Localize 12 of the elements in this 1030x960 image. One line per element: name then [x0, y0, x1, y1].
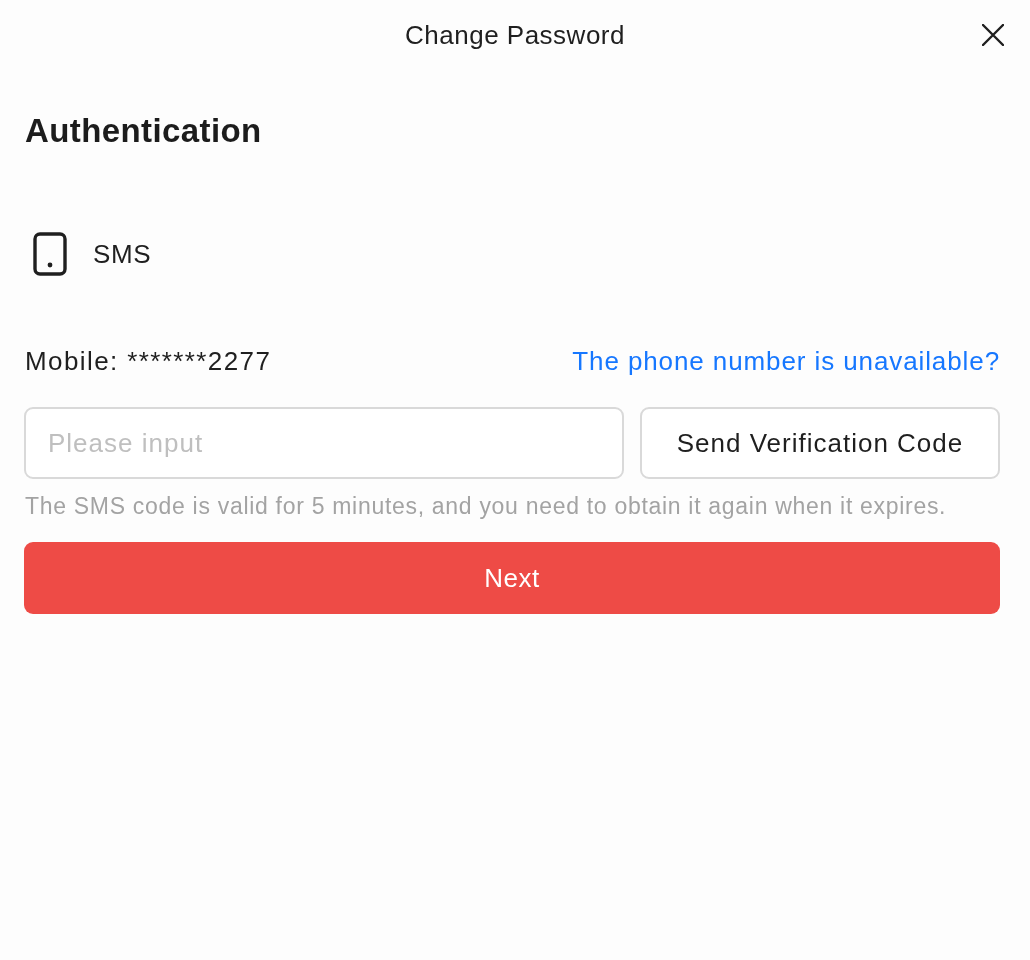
- close-button[interactable]: [980, 22, 1006, 48]
- section-heading: Authentication: [25, 111, 263, 151]
- close-icon: [982, 24, 1004, 46]
- mobile-number-label: Mobile: *******2277: [24, 346, 272, 377]
- phone-unavailable-link[interactable]: The phone number is unavailable?: [572, 346, 1000, 377]
- next-button[interactable]: Next: [24, 542, 1000, 614]
- method-label: SMS: [93, 238, 152, 270]
- hint-text: The SMS code is valid for 5 minutes, and you need to obtain it again when it expires.: [25, 493, 948, 520]
- verification-code-field[interactable]: Please input: [24, 407, 624, 479]
- dialog-title: Change Password: [405, 19, 625, 51]
- phone-icon: [33, 232, 67, 276]
- send-code-button[interactable]: Send Verification Code: [640, 407, 1000, 479]
